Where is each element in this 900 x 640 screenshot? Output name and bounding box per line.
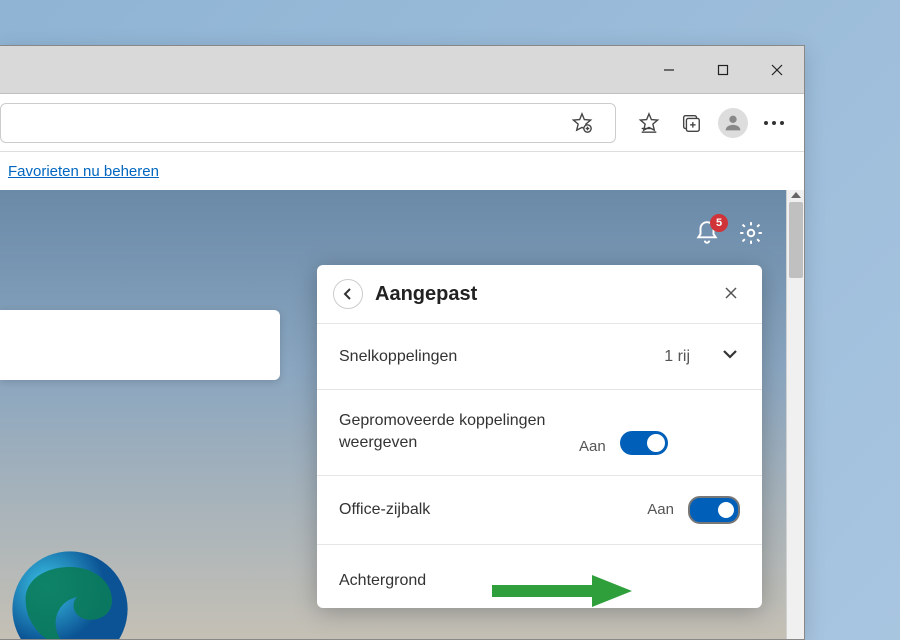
browser-window: Favorieten nu beheren 5 Aangepast (0, 45, 805, 640)
favorites-bar: Favorieten nu beheren (0, 152, 804, 190)
row-promoted-links: Gepromoveerde koppelingen weergeven Aan (317, 389, 762, 475)
notifications-button[interactable]: 5 (694, 220, 720, 251)
scroll-up-icon[interactable] (791, 192, 801, 198)
shortcuts-label: Snelkoppelingen (339, 348, 664, 366)
customize-panel: Aangepast Snelkoppelingen 1 rij Gepromov… (317, 265, 762, 608)
scrollbar-thumb[interactable] (789, 202, 803, 278)
office-toggle[interactable] (688, 496, 740, 524)
promoted-toggle[interactable] (620, 431, 668, 455)
back-button[interactable] (333, 279, 363, 309)
page-settings-button[interactable] (738, 220, 764, 251)
notification-badge: 5 (710, 214, 728, 232)
maximize-button[interactable] (696, 46, 750, 94)
background-label: Achtergrond (339, 572, 740, 590)
minimize-button[interactable] (642, 46, 696, 94)
star-add-icon[interactable] (561, 102, 603, 144)
panel-title: Aangepast (375, 283, 704, 306)
vertical-scrollbar[interactable] (786, 190, 804, 639)
shortcuts-value: 1 rij (664, 348, 690, 366)
more-menu-button[interactable] (754, 121, 794, 125)
edge-logo-icon (10, 549, 130, 639)
collections-icon[interactable] (670, 102, 712, 144)
close-panel-button[interactable] (716, 280, 746, 309)
promoted-state: Aan (579, 438, 606, 455)
chevron-down-icon (720, 344, 740, 369)
row-background[interactable]: Achtergrond (317, 544, 762, 608)
office-label: Office-zijbalk (339, 501, 647, 519)
promoted-label: Gepromoveerde koppelingen weergeven (339, 410, 579, 455)
page-actions: 5 (694, 220, 764, 251)
new-tab-content: 5 Aangepast Snelkoppelingen 1 rij (0, 190, 804, 639)
favorites-icon[interactable] (628, 102, 670, 144)
toolbar (0, 94, 804, 152)
panel-header: Aangepast (317, 265, 762, 323)
row-shortcuts[interactable]: Snelkoppelingen 1 rij (317, 323, 762, 389)
manage-favorites-link[interactable]: Favorieten nu beheren (8, 163, 159, 180)
search-box[interactable] (0, 310, 280, 380)
profile-avatar[interactable] (718, 108, 748, 138)
titlebar (0, 46, 804, 94)
close-window-button[interactable] (750, 46, 804, 94)
row-office-sidebar: Office-zijbalk Aan (317, 475, 762, 544)
address-bar[interactable] (0, 103, 616, 143)
office-state: Aan (647, 501, 674, 518)
